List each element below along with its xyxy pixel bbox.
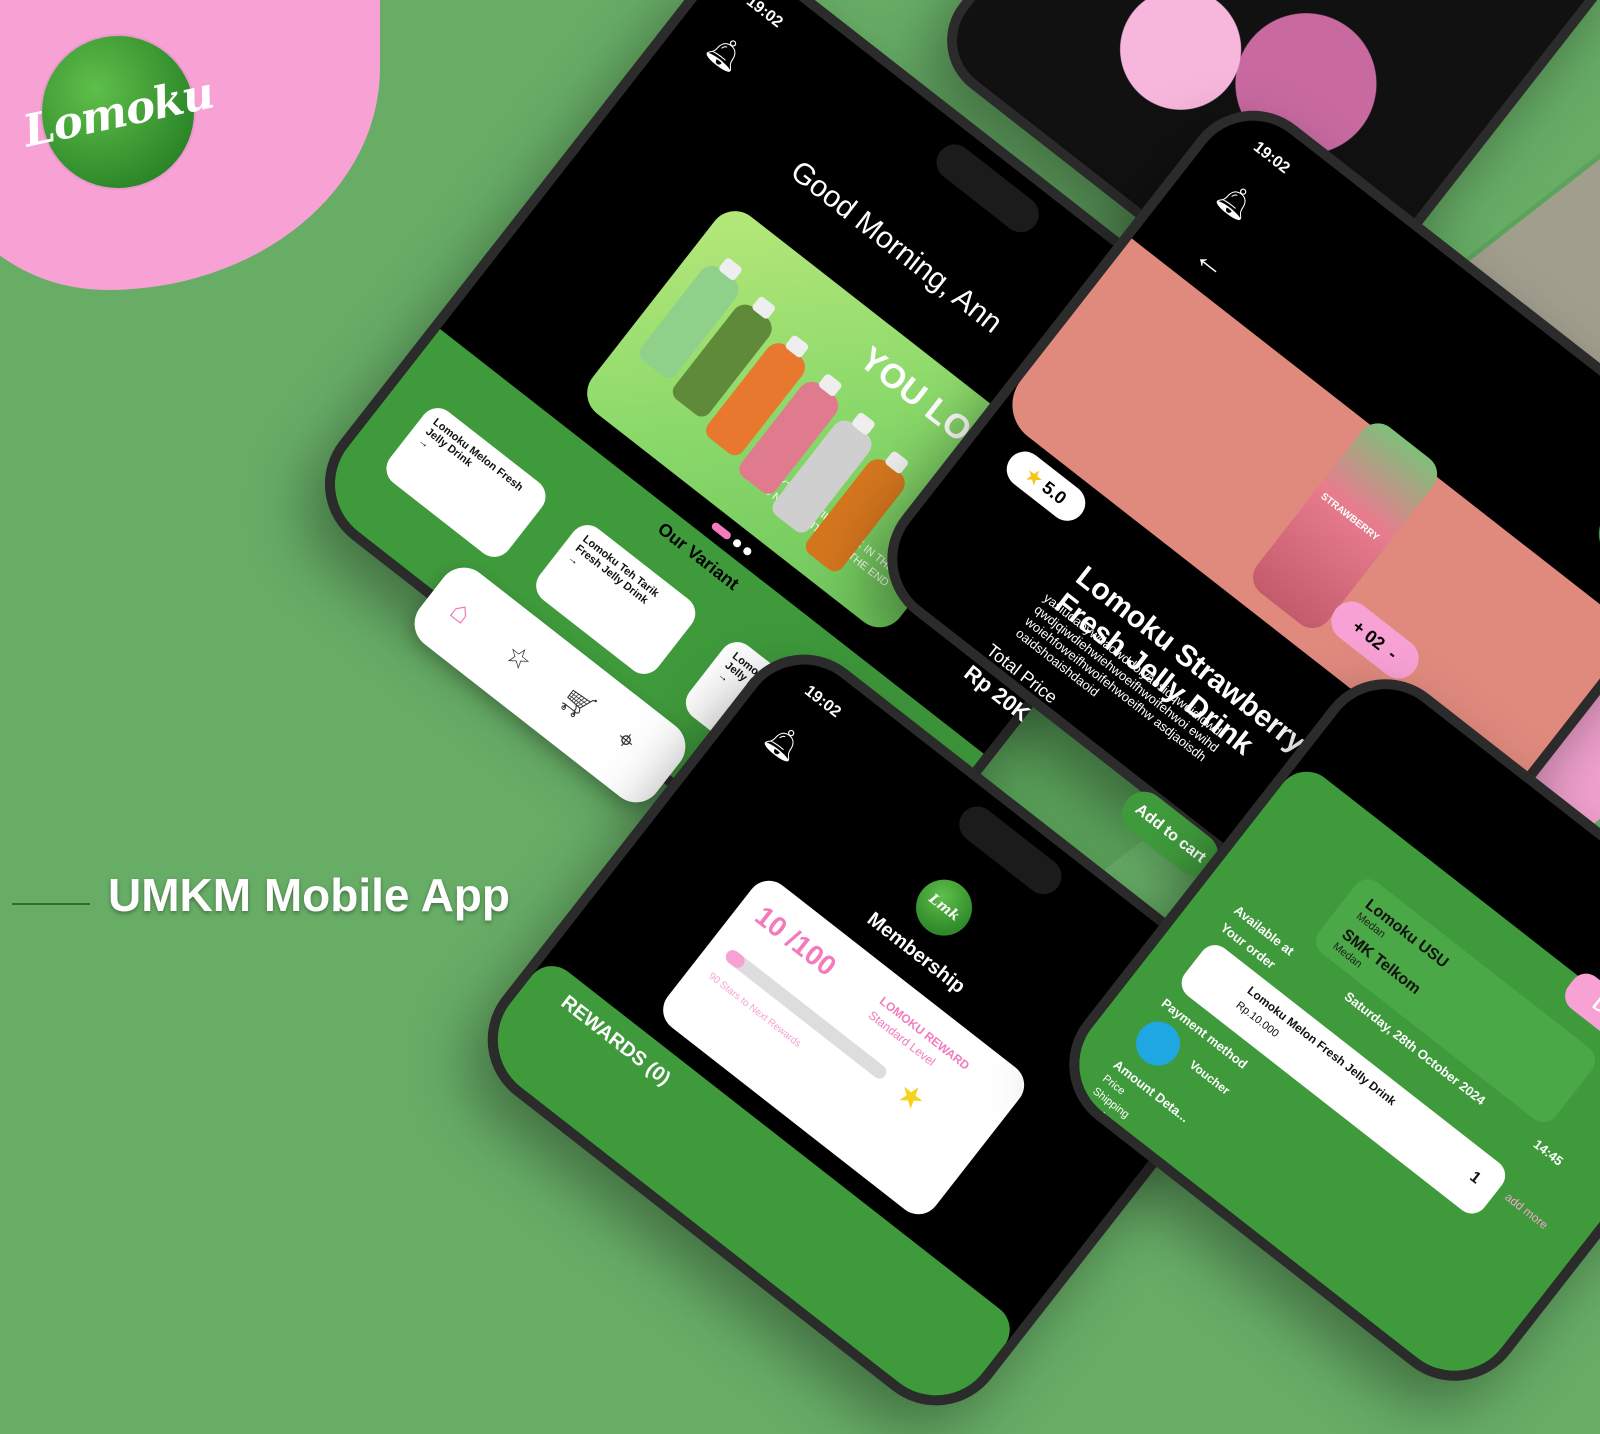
brand-logo: Lomoku bbox=[18, 36, 218, 188]
voucher-label[interactable]: Voucher bbox=[1187, 1058, 1233, 1098]
product-card[interactable]: Lomoku Melon Fresh Jelly Drink → bbox=[379, 400, 553, 565]
reward-progress-fill bbox=[722, 947, 748, 971]
order-item-qty: 1 bbox=[1466, 1168, 1484, 1188]
order-item-name: Lomoku Melon Fresh Jelly Drink bbox=[1244, 983, 1399, 1109]
qty-value: 02 bbox=[1361, 625, 1390, 654]
order-time: 14:45 bbox=[1530, 1136, 1567, 1169]
cart-icon[interactable]: 🛒︎ bbox=[554, 680, 602, 728]
rewards-icon[interactable]: ☆ bbox=[499, 637, 539, 678]
qty-minus-button[interactable]: - bbox=[1384, 644, 1402, 664]
location-icon[interactable]: ⌖ bbox=[609, 723, 642, 759]
star-icon: ★ bbox=[890, 1075, 932, 1119]
rating-value: 5.0 bbox=[1038, 476, 1071, 508]
add-more-link[interactable]: add more bbox=[1502, 1190, 1551, 1232]
headline-divider bbox=[12, 903, 90, 905]
home-icon[interactable]: ⌂ bbox=[443, 594, 479, 632]
page-headline: UMKM Mobile App bbox=[108, 869, 511, 921]
bottle-label: STRAWBERRY bbox=[1318, 491, 1381, 544]
